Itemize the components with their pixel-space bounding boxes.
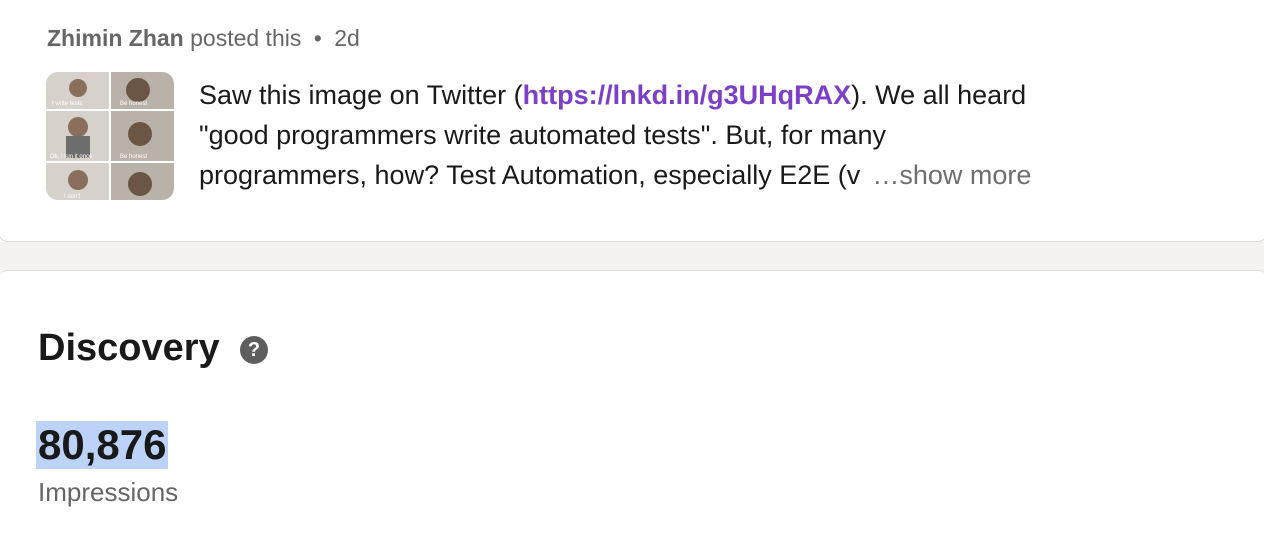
caption-2: Be honest <box>120 101 147 107</box>
post-text-line-2: "good programmers write automated tests"… <box>199 120 886 150</box>
caption-1: I write tests <box>52 101 82 107</box>
show-more-button[interactable]: …show more <box>872 160 1031 190</box>
caption-5: I don't <box>64 194 80 200</box>
post-link[interactable]: https://lnkd.in/g3UHqRAX <box>523 80 851 110</box>
post-text: Saw this image on Twitter (https://lnkd.… <box>199 75 1099 195</box>
caption-4: Be honest <box>120 154 147 160</box>
question-circle-icon[interactable]: ? <box>240 336 268 364</box>
post-text-line-3: programmers, how? Test Automation, espec… <box>199 155 1099 195</box>
post-action: posted this <box>190 25 302 51</box>
meta-separator: • <box>313 25 322 51</box>
discovery-card: Discovery ? 80,876 Impressions <box>0 270 1264 540</box>
post-text-line-3-content: programmers, how? Test Automation, espec… <box>199 160 861 190</box>
discovery-title: Discovery <box>38 327 220 369</box>
post-card: Zhimin Zhan posted this • 2d I write tes… <box>0 0 1264 242</box>
post-text-line-1: Saw this image on Twitter (https://lnkd.… <box>199 75 1099 115</box>
post-text-line-1-start: Saw this image on Twitter ( <box>199 80 523 110</box>
caption-3: Ok, I run it once <box>50 154 93 160</box>
post-meta: Zhimin Zhan posted this • 2d <box>47 25 360 52</box>
impressions-value: 80,876 <box>36 421 169 469</box>
impressions-label: Impressions <box>38 477 179 507</box>
post-thumbnail[interactable]: I write tests Be honest Ok, I run it onc… <box>46 72 174 200</box>
meme-image: I write tests Be honest Ok, I run it onc… <box>46 72 174 200</box>
author-name[interactable]: Zhimin Zhan <box>47 25 184 51</box>
section-gap <box>0 242 1264 272</box>
post-text-line-1-end: ). We all heard <box>851 80 1027 110</box>
post-age: 2d <box>334 25 360 51</box>
